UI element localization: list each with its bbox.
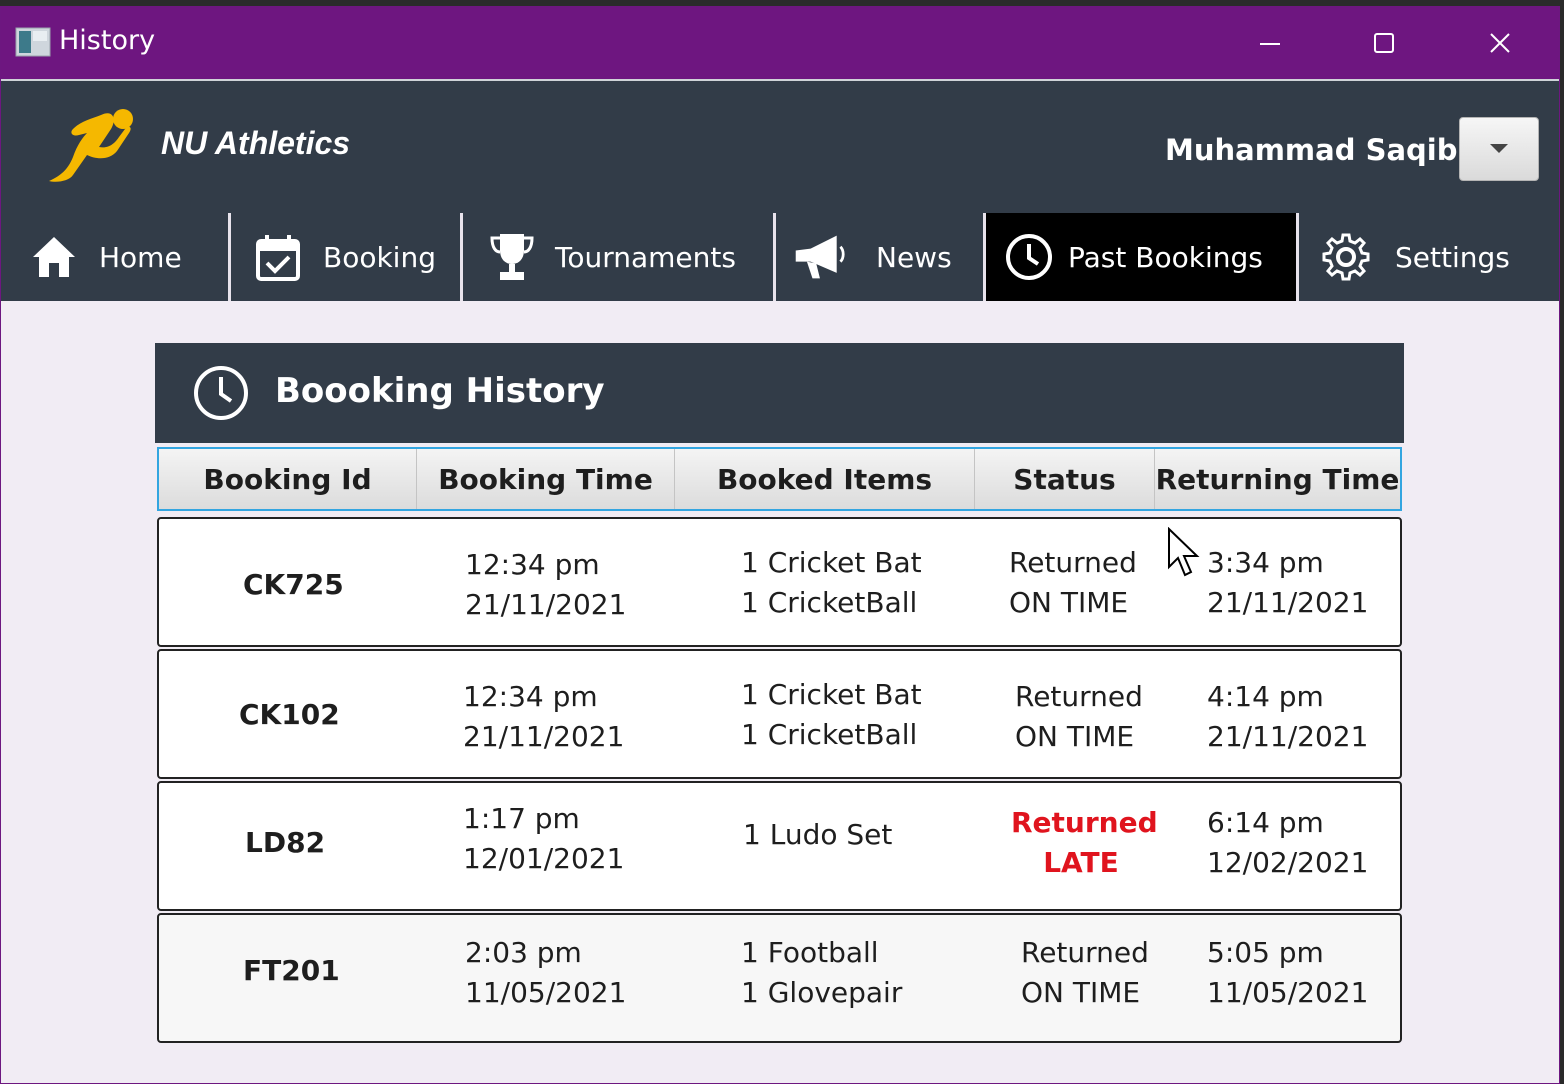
column-header-returning-time[interactable]: Returning Time [1155,449,1400,509]
tab-settings-label: Settings [1395,240,1510,274]
tab-home-label: Home [99,240,182,274]
returning-date: 21/11/2021 [1207,720,1369,753]
booked-item: 1 Football [741,936,879,969]
clock-icon [1002,230,1056,284]
returning-date: 12/02/2021 [1207,846,1369,879]
booking-time: 12:34 pm [463,680,598,713]
status-text: Returned [1015,680,1143,713]
close-icon [1490,33,1510,53]
booking-date: 21/11/2021 [465,588,627,621]
returning-date: 21/11/2021 [1207,586,1369,619]
status-text: ON TIME [1021,976,1141,1009]
main-nav: Home Booking Tournaments News Past Booki… [1,213,1559,303]
tab-booking[interactable]: Booking [231,213,463,301]
returning-date: 11/05/2021 [1207,976,1369,1009]
table-header: Booking Id Booking Time Booked Items Sta… [157,447,1402,511]
table-row[interactable]: LD82 1:17 pm 12/01/2021 1 Ludo Set Retur… [157,781,1402,911]
maximize-button[interactable] [1359,19,1409,67]
booked-item: 1 Cricket Bat [741,678,922,711]
tab-home[interactable]: Home [1,213,231,301]
tab-past-bookings[interactable]: Past Bookings [986,213,1299,301]
close-button[interactable] [1475,19,1525,67]
booking-id: FT201 [243,954,340,987]
table-row[interactable]: FT201 2:03 pm 11/05/2021 1 Football 1 Gl… [157,913,1402,1043]
trophy-icon [485,230,539,284]
column-header-booked-items[interactable]: Booked Items [675,449,975,509]
brand-name: NU Athletics [161,125,351,161]
booking-time: 1:17 pm [463,802,580,835]
tab-past-bookings-label: Past Bookings [1068,240,1263,274]
title-bar[interactable]: History [1,7,1559,79]
booked-item: 1 Glovepair [741,976,903,1009]
user-name: Muhammad Saqib [1165,133,1458,167]
app-header: NU Athletics Muhammad Saqib [1,79,1559,215]
mouse-cursor-icon [1168,527,1200,577]
table-row[interactable]: CK102 12:34 pm 21/11/2021 1 Cricket Bat … [157,649,1402,779]
booking-date: 21/11/2021 [463,720,625,753]
booked-item: 1 Ludo Set [743,818,893,851]
megaphone-icon [792,230,846,284]
booking-time: 2:03 pm [465,936,582,969]
chevron-down-icon [1490,144,1508,153]
column-header-booking-time[interactable]: Booking Time [417,449,675,509]
table-row[interactable]: CK725 12:34 pm 21/11/2021 1 Cricket Bat … [157,517,1402,647]
column-header-booking-id[interactable]: Booking Id [159,449,417,509]
returning-time: 6:14 pm [1207,806,1324,839]
minimize-icon [1260,43,1280,45]
booking-time: 12:34 pm [465,548,600,581]
booking-history-card: Boooking History Booking Id Booking Time… [155,343,1404,1049]
status-text: Returned [1021,936,1149,969]
gear-icon [1319,230,1373,284]
booking-id: CK102 [239,698,340,731]
column-header-status[interactable]: Status [975,449,1155,509]
calendar-check-icon [251,230,305,284]
booked-item: 1 Cricket Bat [741,546,922,579]
status-text: ON TIME [1015,720,1135,753]
tab-settings[interactable]: Settings [1299,213,1559,301]
card-header: Boooking History [155,343,1404,443]
app-window: History NU Athletics Muhammad Saqib Home [0,6,1560,1084]
booking-date: 12/01/2021 [463,842,625,875]
tab-news[interactable]: News [776,213,986,301]
user-menu-dropdown[interactable] [1459,117,1539,181]
booking-id: LD82 [245,826,326,859]
returning-time: 4:14 pm [1207,680,1324,713]
status-text-late: Returned [1011,806,1158,839]
home-icon [27,230,81,284]
tab-news-label: News [876,240,952,274]
maximize-icon [1374,33,1394,53]
app-icon [15,27,51,57]
status-text: ON TIME [1009,586,1129,619]
tab-booking-label: Booking [323,240,436,274]
booked-item: 1 CricketBall [741,718,918,751]
tab-tournaments[interactable]: Tournaments [463,213,776,301]
status-text-late: LATE [1043,846,1119,879]
runner-logo-icon [49,109,133,182]
minimize-button[interactable] [1245,19,1295,67]
booked-item: 1 CricketBall [741,586,918,619]
card-title: Boooking History [275,371,605,411]
window-title: History [59,25,156,56]
history-clock-icon [194,366,248,420]
booking-date: 11/05/2021 [465,976,627,1009]
returning-time: 5:05 pm [1207,936,1324,969]
returning-time: 3:34 pm [1207,546,1324,579]
status-text: Returned [1009,546,1137,579]
booking-id: CK725 [243,568,344,601]
tab-tournaments-label: Tournaments [555,240,736,274]
